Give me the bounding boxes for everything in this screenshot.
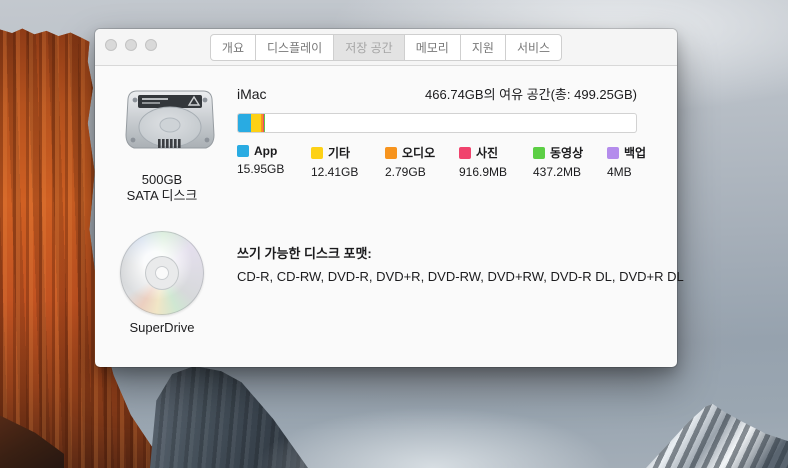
disk-label: 500GB SATA 디스크 <box>103 172 221 204</box>
legend-value: 15.95GB <box>237 162 311 176</box>
legend-item-other: 기타 12.41GB <box>311 144 385 179</box>
about-this-mac-window: 개요 디스플레이 저장 공간 메모리 지원 서비스 <box>95 29 677 367</box>
storage-pane: 500GB SATA 디스크 iMac 466.74GB의 여유 공간(총: 4… <box>95 66 677 366</box>
legend-item-audio: 오디오 2.79GB <box>385 144 459 179</box>
storage-header: iMac 466.74GB의 여유 공간(총: 499.25GB) <box>237 84 637 103</box>
legend-value: 916.9MB <box>459 165 533 179</box>
tab-storage[interactable]: 저장 공간 <box>333 34 405 61</box>
minimize-icon[interactable] <box>125 39 137 51</box>
storage-legend: App 15.95GB 기타 12.41GB 오디오 2.79GB 사진 916… <box>237 144 646 179</box>
legend-label: 동영상 <box>550 144 583 161</box>
app-swatch-icon <box>237 145 249 157</box>
hard-drive-icon <box>122 85 218 159</box>
device-name: iMac <box>237 86 267 102</box>
optical-disc-icon <box>120 231 204 315</box>
zoom-icon[interactable] <box>145 39 157 51</box>
legend-item-movies: 동영상 437.2MB <box>533 144 607 179</box>
legend-label: 기타 <box>328 144 350 161</box>
bar-segment-other <box>251 114 261 132</box>
tab-support[interactable]: 지원 <box>460 34 506 61</box>
disk-size-label: 500GB <box>103 172 221 188</box>
legend-value: 12.41GB <box>311 165 385 179</box>
tab-service[interactable]: 서비스 <box>505 34 562 61</box>
wallpaper-mist <box>240 373 670 468</box>
superdrive-label: SuperDrive <box>102 320 222 335</box>
tab-bar: 개요 디스플레이 저장 공간 메모리 지원 서비스 <box>210 34 562 61</box>
backups-swatch-icon <box>607 147 619 159</box>
tab-displays[interactable]: 디스플레이 <box>255 34 334 61</box>
legend-label: App <box>254 144 277 158</box>
writable-formats-title: 쓰기 가능한 디스크 포맷: <box>237 243 372 262</box>
storage-usage-bar <box>237 113 637 133</box>
bar-segment-app <box>238 114 251 132</box>
other-swatch-icon <box>311 147 323 159</box>
close-icon[interactable] <box>105 39 117 51</box>
legend-item-app: App 15.95GB <box>237 144 311 179</box>
legend-item-photos: 사진 916.9MB <box>459 144 533 179</box>
writable-formats-list: CD-R, CD-RW, DVD-R, DVD+R, DVD-RW, DVD+R… <box>237 269 667 284</box>
traffic-lights <box>105 39 157 51</box>
legend-label: 백업 <box>624 144 646 161</box>
tab-memory[interactable]: 메모리 <box>404 34 461 61</box>
tab-overview[interactable]: 개요 <box>210 34 256 61</box>
legend-value: 4MB <box>607 165 646 179</box>
legend-label: 오디오 <box>402 144 435 161</box>
free-space-text: 466.74GB의 여유 공간(총: 499.25GB) <box>425 84 637 103</box>
disk-type-label: SATA 디스크 <box>103 188 221 204</box>
titlebar[interactable]: 개요 디스플레이 저장 공간 메모리 지원 서비스 <box>95 29 677 66</box>
legend-value: 2.79GB <box>385 165 459 179</box>
photos-swatch-icon <box>459 147 471 159</box>
movies-swatch-icon <box>533 147 545 159</box>
audio-swatch-icon <box>385 147 397 159</box>
legend-item-backups: 백업 4MB <box>607 144 646 179</box>
legend-value: 437.2MB <box>533 165 607 179</box>
legend-label: 사진 <box>476 144 498 161</box>
